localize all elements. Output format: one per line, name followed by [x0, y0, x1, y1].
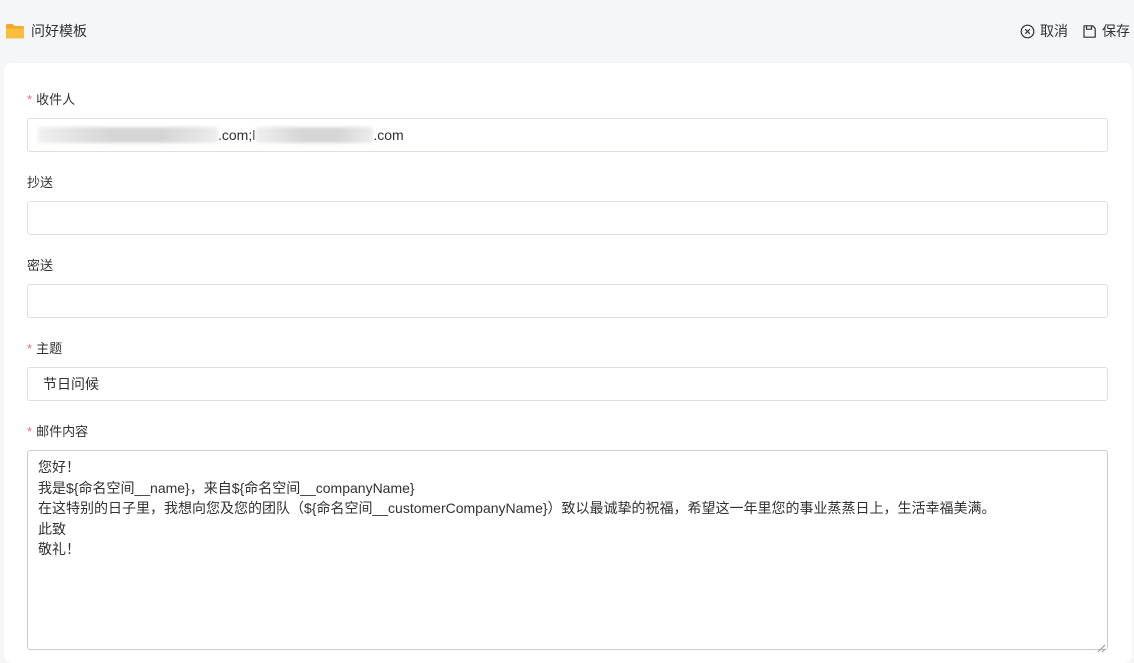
content-line: 您好！ — [38, 459, 80, 475]
recipients-value-part1: .com;l — [218, 127, 256, 143]
content-line: 在这特别的日子里，我想向您及您的团队（${命名空间__customerCompa… — [38, 500, 996, 516]
recipients-value-part2: .com — [373, 127, 404, 143]
subject-label: * 主题 — [27, 341, 63, 356]
cancel-button[interactable]: 取消 — [1020, 21, 1068, 41]
resize-handle-icon[interactable] — [1096, 638, 1106, 653]
folder-icon — [5, 21, 25, 41]
recipients-label: * 收件人 — [27, 92, 76, 107]
redacted-email-1 — [38, 127, 218, 143]
content-line: 敬礼！ — [38, 541, 80, 557]
top-bar: 问好模板 取消 保存 — [0, 0, 1134, 62]
cc-input[interactable] — [27, 201, 1108, 235]
subject-input[interactable]: 节日问候 — [27, 367, 1108, 401]
required-mark: * — [27, 341, 33, 356]
required-mark: * — [27, 92, 33, 107]
page-title: 问好模板 — [31, 23, 87, 39]
bcc-label: 密送 — [27, 258, 54, 273]
content-label: * 邮件内容 — [27, 424, 89, 439]
content-textarea[interactable]: 您好！ 我是${命名空间__name}，来自${命名空间__companyNam… — [27, 450, 1108, 653]
required-mark: * — [27, 424, 33, 439]
redacted-email-2 — [255, 127, 374, 143]
content-line: 此致 — [38, 520, 66, 537]
form-card: * 收件人 .com;l .com 抄送 密送 * 主题 节日问候 * 邮件内容 您好… — [4, 63, 1132, 663]
save-icon — [1082, 24, 1097, 39]
recipients-input[interactable]: .com;l .com — [27, 118, 1108, 152]
bcc-input[interactable] — [27, 284, 1108, 318]
content-line: 我是${命名空间__name}，来自${命名空间__companyName} — [38, 479, 415, 496]
save-button[interactable]: 保存 — [1082, 21, 1130, 41]
cancel-label: 取消 — [1040, 23, 1068, 39]
header-actions: 取消 保存 — [1020, 21, 1130, 41]
cc-label: 抄送 — [27, 175, 54, 190]
close-circle-icon — [1020, 24, 1035, 39]
subject-value: 节日问候 — [43, 376, 99, 392]
save-label: 保存 — [1102, 23, 1130, 39]
title-area: 问好模板 — [5, 21, 87, 41]
